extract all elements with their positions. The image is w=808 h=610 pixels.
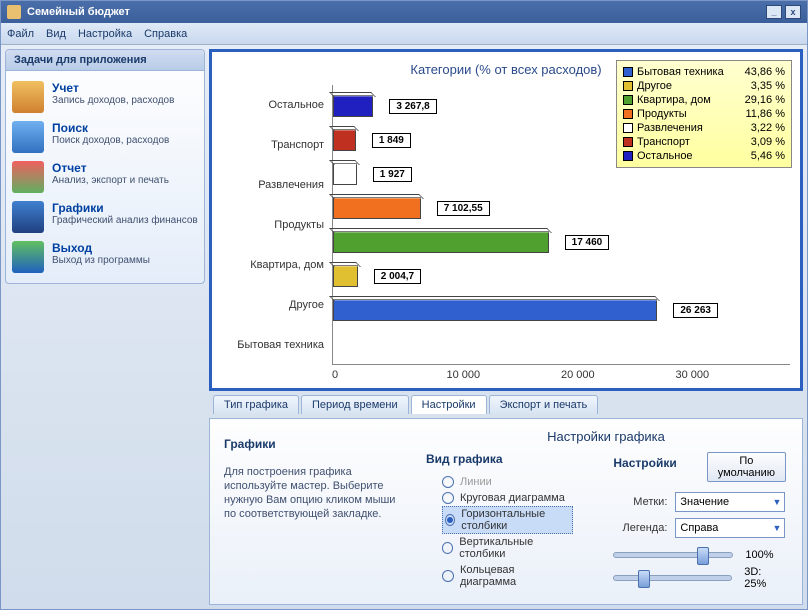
legend-combo[interactable]: Справа [675,518,785,538]
task-desc: Анализ, экспорт и печать [52,175,169,187]
menu-settings[interactable]: Настройка [78,28,132,40]
tab-3[interactable]: Экспорт и печать [489,395,599,414]
task-title: Выход [52,241,150,255]
chart-type-radio-0: Линии [442,474,573,490]
bar-label-5: 2 004,7 [374,269,421,284]
tasks-header: Задачи для приложения [6,50,204,71]
sidebar: Задачи для приложения Учет Запись доходо… [5,49,205,605]
bar-label-6: 26 263 [673,303,718,318]
help-column: Графики Для построения графика используй… [210,419,410,604]
sidebar-task-4[interactable]: Выход Выход из программы [10,237,200,277]
help-text: Для построения графика используйте масте… [224,465,396,521]
zoom-value: 100% [745,549,773,561]
menu-view[interactable]: Вид [46,28,66,40]
app-icon [7,5,21,19]
task-desc: Графический анализ финансов [52,215,198,227]
chart-type-radio-1[interactable]: Круговая диаграмма [442,490,573,506]
app-window: Семейный бюджет _ x Файл Вид Настройка С… [0,0,808,610]
x-axis: 010 00020 00030 000 [332,365,790,381]
controls-section: Настройки По умолчанию Метки: Значение Л… [613,452,786,590]
chart-frame: Категории (% от всех расходов) Остальное… [209,49,803,391]
menubar: Файл Вид Настройка Справка [1,23,807,45]
task-desc: Поиск доходов, расходов [52,135,169,147]
task-title: Отчет [52,161,169,175]
titlebar: Семейный бюджет _ x [1,1,807,23]
bar-3 [333,197,421,219]
bar-2 [333,163,357,185]
controls-label: Настройки [613,456,676,470]
bar-label-1: 1 849 [372,133,411,148]
bar-1 [333,129,356,151]
labels-label: Метки: [613,496,667,508]
legend-label: Легенда: [613,522,667,534]
bar-label-2: 1 927 [373,167,412,182]
task-title: Поиск [52,121,169,135]
bar-4 [333,231,549,253]
settings-column: Настройки графика Вид графика ЛинииКруго… [410,419,802,604]
task-desc: Запись доходов, расходов [52,95,174,107]
chart-type-radio-2[interactable]: Горизонтальные столбики [442,506,573,534]
bar-label-4: 17 460 [565,235,610,250]
3d-value: 3D: 25% [744,566,786,590]
bar-label-3: 7 102,55 [437,201,490,216]
tab-strip: Тип графикаПериод времениНастройкиЭкспор… [209,395,803,414]
minimize-button[interactable]: _ [766,5,782,19]
tab-2[interactable]: Настройки [411,395,487,414]
tab-0[interactable]: Тип графика [213,395,299,414]
window-title: Семейный бюджет [27,6,130,18]
tasks-panel: Задачи для приложения Учет Запись доходо… [5,49,205,284]
default-button[interactable]: По умолчанию [707,452,786,482]
task-icon [12,161,44,193]
sidebar-task-2[interactable]: Отчет Анализ, экспорт и печать [10,157,200,197]
radio-icon [442,492,454,504]
chart-type-radio-4[interactable]: Кольцевая диаграмма [442,562,573,590]
bar-5 [333,265,358,287]
y-axis-labels: ОстальноеТранспортРазвлеченияПродуктыКва… [222,85,332,365]
sidebar-task-1[interactable]: Поиск Поиск доходов, расходов [10,117,200,157]
task-icon [12,81,44,113]
radio-icon [442,570,454,582]
tab-1[interactable]: Период времени [301,395,409,414]
close-button[interactable]: x [785,5,801,19]
bar-label-0: 3 267,8 [389,99,436,114]
labels-combo[interactable]: Значение [675,492,785,512]
sidebar-task-0[interactable]: Учет Запись доходов, расходов [10,77,200,117]
menu-help[interactable]: Справка [144,28,187,40]
radio-icon [445,514,455,526]
menu-file[interactable]: Файл [7,28,34,40]
chart-legend: Бытовая техника43,86 %Другое3,35 %Кварти… [616,60,792,168]
zoom-slider[interactable] [613,552,733,558]
chart-type-label: Вид графика [426,452,573,466]
main-area: Категории (% от всех расходов) Остальное… [209,49,803,605]
task-title: Графики [52,201,198,215]
radio-icon [442,476,454,488]
bar-0 [333,95,373,117]
task-icon [12,241,44,273]
chart-type-section: Вид графика ЛинииКруговая диаграммаГориз… [426,452,573,590]
3d-slider[interactable] [613,575,732,581]
tab-content: Графики Для построения графика используй… [209,418,803,605]
sidebar-task-3[interactable]: Графики Графический анализ финансов [10,197,200,237]
task-title: Учет [52,81,174,95]
chart-type-radio-3[interactable]: Вертикальные столбики [442,534,573,562]
task-desc: Выход из программы [52,255,150,267]
help-title: Графики [224,437,396,451]
radio-icon [442,542,453,554]
bar-6 [333,299,657,321]
task-icon [12,201,44,233]
task-icon [12,121,44,153]
settings-title: Настройки графика [426,429,786,444]
